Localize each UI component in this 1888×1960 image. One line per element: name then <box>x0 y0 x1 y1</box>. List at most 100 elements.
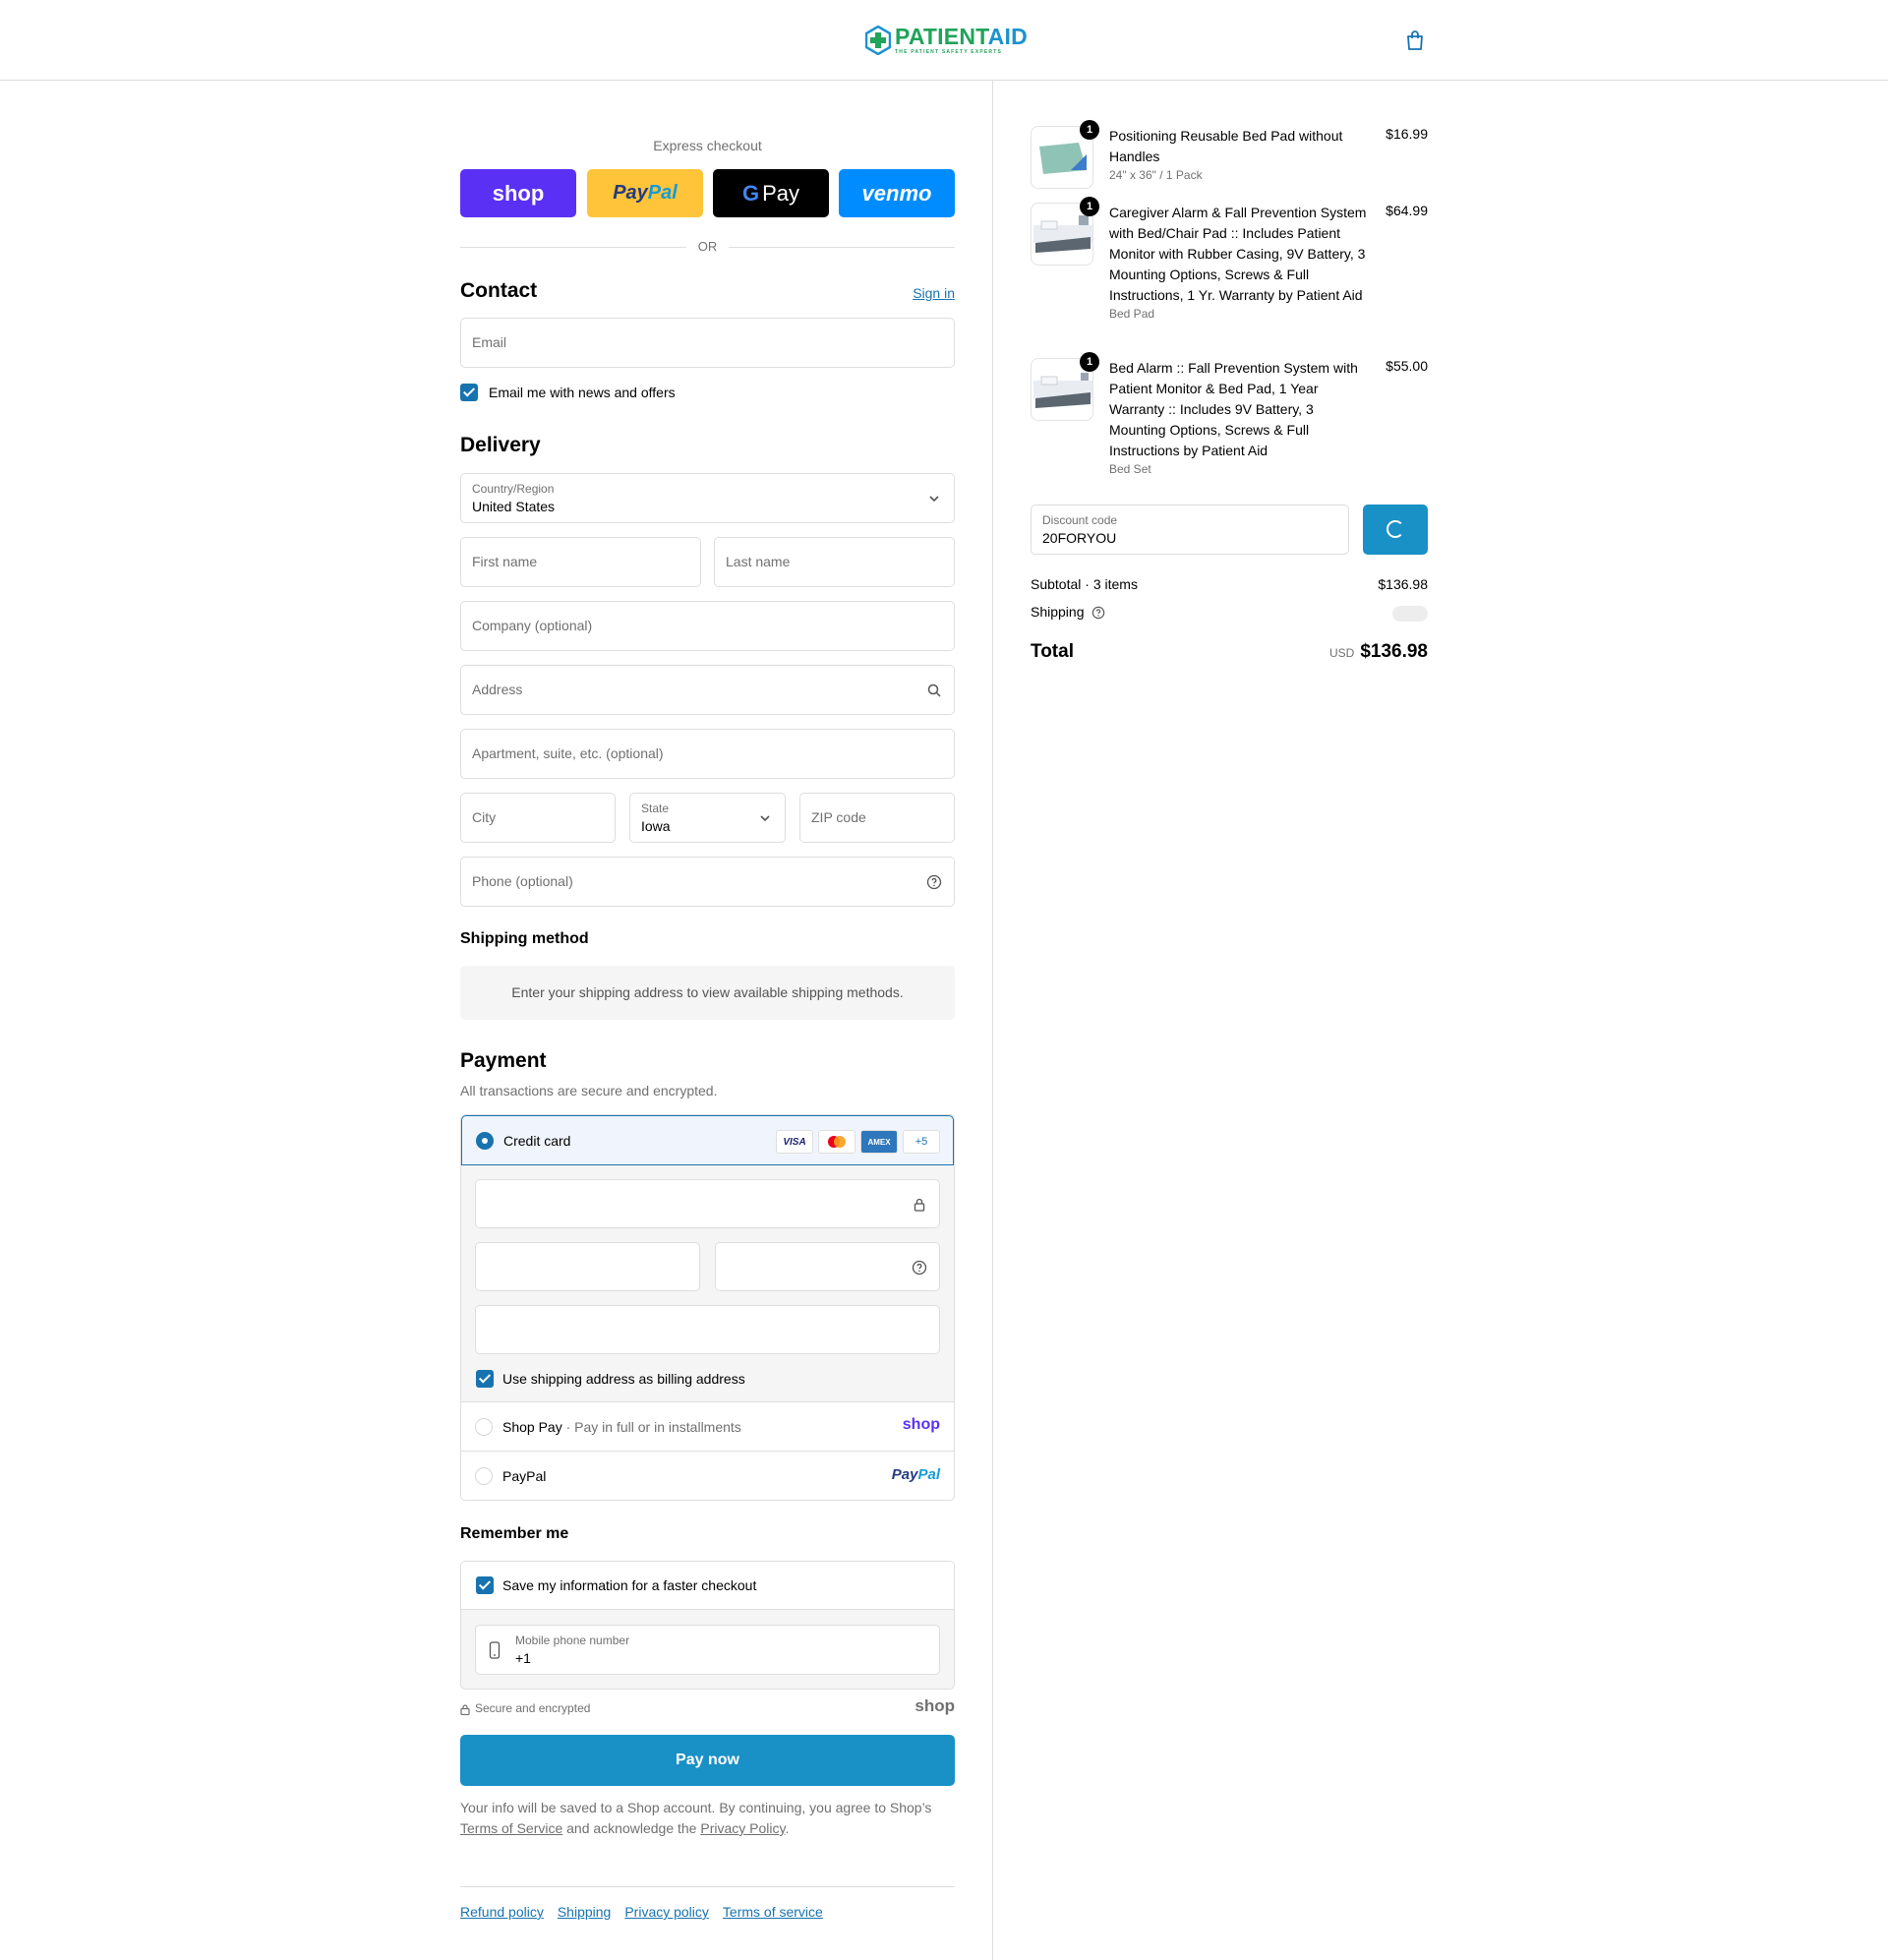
help-circle-icon[interactable] <box>926 874 942 890</box>
country-label: Country/Region <box>472 482 555 496</box>
billing-address-checkbox[interactable] <box>476 1370 494 1388</box>
help-circle-icon[interactable] <box>1092 606 1105 620</box>
mobile-phone-label: Mobile phone number <box>515 1633 630 1647</box>
privacy-policy-link[interactable]: Privacy Policy <box>700 1820 785 1836</box>
product-variant: Bed Set <box>1109 462 1151 476</box>
address-field[interactable]: Address <box>460 665 955 715</box>
pay-now-button[interactable]: Pay now <box>460 1735 955 1786</box>
save-info-label: Save my information for a faster checkou… <box>502 1577 757 1593</box>
shopping-bag-icon[interactable] <box>1404 30 1426 51</box>
remember-me-box: Save my information for a faster checkou… <box>460 1561 955 1690</box>
shop-pay-express-button[interactable]: shop <box>460 169 576 217</box>
zip-placeholder: ZIP code <box>811 809 866 825</box>
total-value: $136.98 <box>1360 641 1428 662</box>
header: PATIENTAID THE PATIENT SAFETY EXPERTS <box>0 0 1888 81</box>
shipping-method-info: Enter your shipping address to view avai… <box>460 966 955 1020</box>
phone-field[interactable]: Phone (optional) <box>460 857 955 907</box>
state-label: State <box>641 802 670 815</box>
shipping-loading-placeholder <box>1392 606 1428 622</box>
express-checkout-label: Express checkout <box>653 138 762 153</box>
save-info-row: Save my information for a faster checkou… <box>461 1562 954 1610</box>
company-field[interactable]: Company (optional) <box>460 601 955 651</box>
shipping-method-heading: Shipping method <box>460 930 589 947</box>
mobile-phone-value: +1 <box>515 1650 531 1666</box>
payment-methods: Credit card VISA AMEX +5 Use shipping ad… <box>460 1114 955 1501</box>
apartment-placeholder: Apartment, suite, etc. (optional) <box>472 745 664 761</box>
terms-of-service-footer-link[interactable]: Terms of service <box>723 1904 823 1920</box>
total-currency: USD <box>1328 646 1355 660</box>
product-title: Bed Alarm :: Fall Prevention System with… <box>1109 360 1358 458</box>
security-code-field[interactable] <box>715 1242 940 1291</box>
email-placeholder: Email <box>472 334 507 350</box>
first-name-placeholder: First name <box>472 554 538 569</box>
news-checkbox-label: Email me with news and offers <box>489 385 676 400</box>
secure-encrypted-text: Secure and encrypted <box>475 1701 591 1715</box>
sign-in-link[interactable]: Sign in <box>913 285 955 301</box>
visa-icon: VISA <box>776 1130 813 1154</box>
city-field[interactable]: City <box>460 793 616 843</box>
news-checkbox[interactable] <box>460 384 478 401</box>
paypal-express-button[interactable]: Pay Pal <box>587 169 703 217</box>
quantity-badge: 1 <box>1080 197 1099 216</box>
patient-aid-logo[interactable]: PATIENTAID THE PATIENT SAFETY EXPERTS <box>865 20 1028 61</box>
shop-logo: shop <box>914 1696 955 1715</box>
paypal-logo-pay: Pay <box>891 1466 918 1483</box>
state-value: Iowa <box>641 818 671 834</box>
privacy-policy-footer-link[interactable]: Privacy policy <box>624 1904 709 1920</box>
shipping-label: Shipping <box>1031 604 1085 620</box>
terms-of-service-link[interactable]: Terms of Service <box>460 1820 562 1836</box>
last-name-field[interactable]: Last name <box>714 537 955 587</box>
credit-card-radio[interactable] <box>476 1132 494 1150</box>
mobile-phone-icon <box>489 1641 501 1659</box>
product-price: $64.99 <box>1386 203 1428 218</box>
first-name-field[interactable]: First name <box>460 537 701 587</box>
card-number-field[interactable] <box>475 1179 940 1228</box>
apartment-field[interactable]: Apartment, suite, etc. (optional) <box>460 729 955 779</box>
shipping-row: Shipping <box>1031 604 1428 622</box>
product-price: $16.99 <box>1386 126 1428 142</box>
product-name: Positioning Reusable Bed Pad without Han… <box>1109 126 1367 183</box>
mastercard-icon <box>818 1130 856 1154</box>
more-cards-badge: +5 <box>903 1130 940 1154</box>
google-pay-express-button[interactable]: G Pay <box>713 169 829 217</box>
billing-address-label: Use shipping address as billing address <box>502 1371 745 1387</box>
discount-code-value: 20FORYOU <box>1042 530 1117 546</box>
shop-pay-label: Shop Pay <box>502 1419 562 1435</box>
product-title: Positioning Reusable Bed Pad without Han… <box>1109 128 1343 164</box>
quantity-badge: 1 <box>1080 120 1099 140</box>
mobile-phone-field[interactable]: Mobile phone number +1 <box>475 1625 940 1675</box>
zip-field[interactable]: ZIP code <box>799 793 955 843</box>
country-value: United States <box>472 499 556 514</box>
country-select[interactable]: Country/Region United States <box>460 473 955 523</box>
paypal-text-pay: Pay <box>613 182 648 204</box>
refund-policy-link[interactable]: Refund policy <box>460 1904 544 1920</box>
name-on-card-field[interactable] <box>475 1305 940 1354</box>
save-info-checkbox[interactable] <box>476 1576 494 1594</box>
column-divider <box>992 81 993 1960</box>
google-g-icon: G <box>741 180 760 206</box>
legal-text-3: . <box>785 1820 790 1836</box>
paypal-logo-pal: Pal <box>917 1466 940 1483</box>
email-field[interactable]: Email <box>460 318 955 368</box>
subtotal-label: Subtotal · 3 items <box>1031 576 1138 592</box>
legal-text: Your info will be saved to a Shop accoun… <box>460 1798 955 1839</box>
shipping-link[interactable]: Shipping <box>558 1904 612 1920</box>
apply-discount-button[interactable] <box>1363 505 1428 555</box>
state-select[interactable]: State Iowa <box>629 793 786 843</box>
paypal-radio[interactable] <box>475 1467 493 1485</box>
legal-text-2: and acknowledge the <box>566 1820 697 1836</box>
discount-code-field[interactable]: Discount code 20FORYOU <box>1031 505 1349 555</box>
product-name: Caregiver Alarm & Fall Prevention System… <box>1109 203 1367 322</box>
amex-icon: AMEX <box>860 1130 898 1154</box>
product-title: Caregiver Alarm & Fall Prevention System… <box>1109 205 1367 303</box>
total-label: Total <box>1031 641 1074 662</box>
credit-card-option[interactable]: Credit card VISA AMEX +5 <box>461 1115 954 1165</box>
shop-pay-option[interactable]: Shop Pay · Pay in full or in installment… <box>461 1401 954 1451</box>
payment-subtitle: All transactions are secure and encrypte… <box>460 1083 718 1099</box>
help-circle-icon[interactable] <box>912 1260 927 1276</box>
expiration-date-field[interactable] <box>475 1242 700 1291</box>
paypal-option[interactable]: PayPal PayPal <box>461 1451 954 1500</box>
payment-heading: Payment <box>460 1049 547 1072</box>
venmo-express-button[interactable]: venmo <box>839 169 955 217</box>
shop-pay-radio[interactable] <box>475 1418 493 1436</box>
